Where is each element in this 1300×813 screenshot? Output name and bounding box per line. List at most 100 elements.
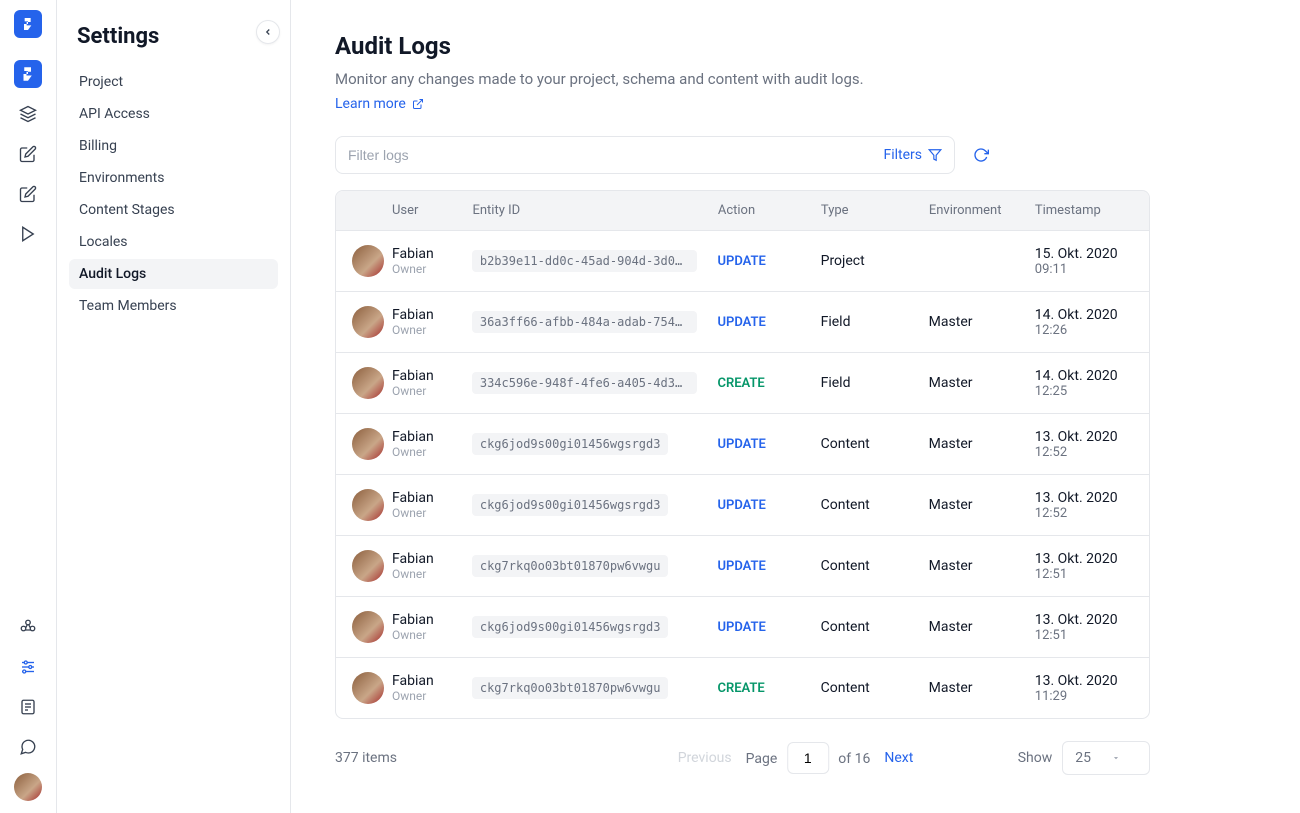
avatar [352,367,384,399]
user-role: Owner [392,323,434,337]
user-name: Fabian [392,490,434,506]
page-title: Audit Logs [335,32,1256,60]
timestamp-date: 13. Okt. 2020 [1035,551,1133,567]
cell-type: Content [821,558,929,574]
pagination-prev[interactable]: Previous [678,750,732,766]
table-row[interactable]: Fabian Owner b2b39e11-dd0c-45ad-904d-3d0… [336,230,1149,291]
table-row[interactable]: Fabian Owner ckg6jod9s00gi01456wgsrgd3 U… [336,413,1149,474]
avatar [352,672,384,704]
cell-entity: ckg6jod9s00gi01456wgsrgd3 [472,433,718,455]
cell-action: UPDATE [717,498,820,513]
pagination-count: 377 items [335,750,397,766]
table-row[interactable]: Fabian Owner ckg7rkq0o03bt01870pw6vwgu C… [336,657,1149,718]
webhook-icon[interactable] [14,613,42,641]
entity-id-chip: ckg7rkq0o03bt01870pw6vwgu [472,555,669,577]
app-secondary-logo-icon[interactable] [14,60,42,88]
learn-more-link[interactable]: Learn more [335,96,1256,112]
refresh-button[interactable] [971,145,991,165]
edit-pen-icon[interactable] [14,180,42,208]
timestamp-time: 12:52 [1035,506,1133,521]
docs-icon[interactable] [14,693,42,721]
filters-button[interactable]: Filters [883,147,942,163]
cell-time: 14. Okt. 2020 12:25 [1035,368,1133,399]
cell-action: UPDATE [717,559,820,574]
user-role: Owner [392,506,434,520]
cell-user: Fabian Owner [352,245,472,277]
chevron-down-icon [1111,753,1121,763]
timestamp-date: 13. Okt. 2020 [1035,429,1133,445]
cell-user: Fabian Owner [352,367,472,399]
table-header: User Entity ID Action Type Environment T… [336,191,1149,230]
pagination-page-input[interactable] [787,742,829,774]
user-role: Owner [392,384,434,398]
pagination-of-label: of 16 [838,751,870,767]
cell-env: Master [929,497,1035,513]
pagination-show-value: 25 [1075,750,1091,766]
cell-type: Project [821,253,929,269]
play-icon[interactable] [14,220,42,248]
collapse-sidebar-button[interactable] [256,20,280,44]
sidebar-item-content-stages[interactable]: Content Stages [69,195,278,225]
sidebar-item-audit-logs[interactable]: Audit Logs [69,259,278,289]
timestamp-time: 12:25 [1035,384,1133,399]
chat-icon[interactable] [14,733,42,761]
user-name: Fabian [392,551,434,567]
pagination-show-select[interactable]: 25 [1062,741,1150,775]
cell-user: Fabian Owner [352,550,472,582]
sidebar-item-billing[interactable]: Billing [69,131,278,161]
cell-user: Fabian Owner [352,489,472,521]
cell-user: Fabian Owner [352,611,472,643]
layers-icon[interactable] [14,100,42,128]
filters-label: Filters [883,147,922,163]
timestamp-date: 15. Okt. 2020 [1035,246,1133,262]
cell-time: 13. Okt. 2020 11:29 [1035,673,1133,704]
cell-entity: b2b39e11-dd0c-45ad-904d-3d032a401... [472,250,718,272]
entity-id-chip: ckg7rkq0o03bt01870pw6vwgu [472,677,669,699]
user-role: Owner [392,567,434,581]
pagination-show-label: Show [1018,750,1053,766]
sidebar-nav: ProjectAPI AccessBillingEnvironmentsCont… [69,67,278,321]
table-row[interactable]: Fabian Owner 334c596e-948f-4fe6-a405-4d3… [336,352,1149,413]
cell-time: 13. Okt. 2020 12:51 [1035,612,1133,643]
sidebar-item-team-members[interactable]: Team Members [69,291,278,321]
cell-env: Master [929,680,1035,696]
table-row[interactable]: Fabian Owner ckg7rkq0o03bt01870pw6vwgu U… [336,535,1149,596]
cell-entity: ckg6jod9s00gi01456wgsrgd3 [472,616,718,638]
sidebar-item-environments[interactable]: Environments [69,163,278,193]
header-env: Environment [929,203,1035,218]
sidebar-item-project[interactable]: Project [69,67,278,97]
cell-env: Master [929,314,1035,330]
page-subtitle: Monitor any changes made to your project… [335,70,1256,88]
user-name: Fabian [392,612,434,628]
app-logo-icon[interactable] [14,10,42,38]
pagination-next[interactable]: Next [884,750,913,766]
avatar [352,611,384,643]
table-row[interactable]: Fabian Owner ckg6jod9s00gi01456wgsrgd3 U… [336,596,1149,657]
table-row[interactable]: Fabian Owner 36a3ff66-afbb-484a-adab-754… [336,291,1149,352]
cell-type: Content [821,619,929,635]
cell-time: 13. Okt. 2020 12:52 [1035,429,1133,460]
cell-env: Master [929,558,1035,574]
table-row[interactable]: Fabian Owner ckg6jod9s00gi01456wgsrgd3 U… [336,474,1149,535]
cell-action: CREATE [717,376,820,391]
header-type: Type [821,203,929,218]
user-avatar[interactable] [14,773,42,801]
sidebar-item-api-access[interactable]: API Access [69,99,278,129]
filter-icon [928,148,942,162]
sidebar-item-locales[interactable]: Locales [69,227,278,257]
user-role: Owner [392,445,434,459]
pagination-page-label: Page [746,751,778,767]
refresh-icon [973,147,989,163]
cell-type: Field [821,314,929,330]
sliders-icon[interactable] [14,653,42,681]
avatar [352,306,384,338]
edit-square-icon[interactable] [14,140,42,168]
avatar [352,428,384,460]
timestamp-date: 14. Okt. 2020 [1035,307,1133,323]
audit-log-table: User Entity ID Action Type Environment T… [335,190,1150,719]
pagination: 377 items Previous Page of 16 Next Show … [335,741,1150,775]
external-link-icon [412,98,424,110]
entity-id-chip: ckg6jod9s00gi01456wgsrgd3 [472,616,669,638]
entity-id-chip: 334c596e-948f-4fe6-a405-4d33ebc69... [472,372,697,394]
filter-input[interactable] [348,147,883,163]
